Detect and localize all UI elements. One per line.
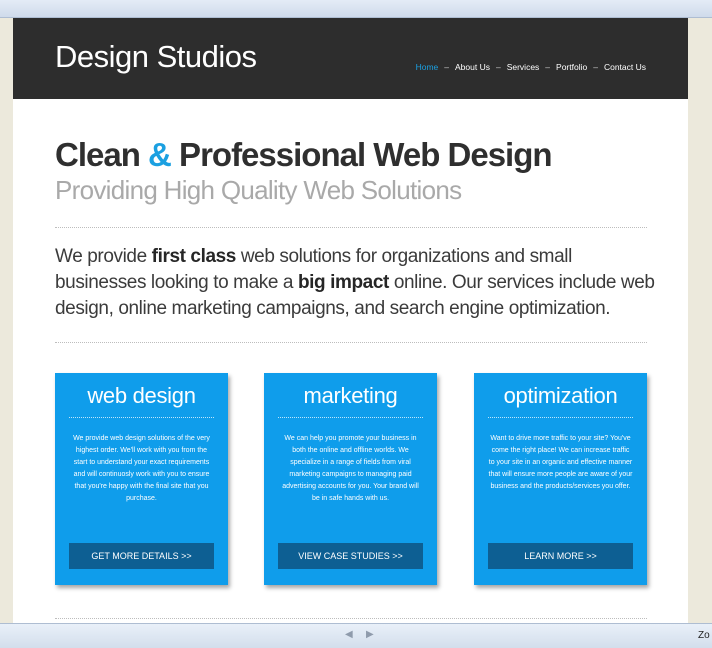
website-page: Design Studios Home – About Us – Service… [13,18,688,623]
nav-contact-us[interactable]: Contact Us [604,62,646,72]
divider-top [55,227,647,228]
card-title: marketing [303,383,398,408]
nav-home[interactable]: Home [416,62,439,72]
card-divider [278,417,423,418]
headline-ampersand: & [148,136,172,173]
learn-more-button[interactable]: LEARN MORE >> [488,543,633,569]
next-arrow-icon[interactable]: ▶ [366,629,374,640]
nav-separator: – [545,62,551,72]
card-title: optimization [503,383,618,408]
intro-text-1: We provide [55,246,152,267]
card-title: web design [87,383,196,408]
site-logo[interactable]: Design Studios [55,39,257,75]
viewer-bottom-bar: ◀ ▶ Zo [0,623,712,648]
nav-services[interactable]: Services [507,62,540,72]
card-divider [488,417,633,418]
site-header: Design Studios Home – About Us – Service… [13,18,688,99]
viewer-top-bar [0,0,712,18]
card-body: We can help you promote your business in… [282,435,419,502]
intro-bold-1: first class [151,246,237,267]
nav-separator: – [495,62,501,72]
main-nav: Home – About Us – Services – Portfolio –… [416,62,646,72]
card-body: We provide web design solutions of the v… [73,435,210,502]
nav-portfolio[interactable]: Portfolio [556,62,587,72]
nav-separator: – [444,62,449,72]
view-case-studies-button[interactable]: VIEW CASE STUDIES >> [278,543,423,569]
intro-paragraph: We provide first class web solutions for… [55,244,655,322]
divider-bottom [55,618,647,619]
hero-subheadline: Providing High Quality Web Solutions [55,175,462,205]
get-more-details-button[interactable]: GET MORE DETAILS >> [69,543,214,569]
nav-about-us[interactable]: About Us [455,62,490,72]
card-body: Want to drive more traffic to your site?… [488,435,633,490]
headline-part2: Professional Web Design [170,136,552,173]
card-divider [69,417,214,418]
card-web-design: web design We provide web design solutio… [55,373,228,585]
headline-part1: Clean [55,136,149,173]
divider-middle [55,342,647,343]
prev-arrow-icon[interactable]: ◀ [345,629,353,640]
zoom-label[interactable]: Zo [698,630,710,641]
hero-headline: Clean & Professional Web Design [55,136,553,174]
card-marketing: marketing We can help you promote your b… [264,373,437,585]
nav-separator: – [593,62,598,72]
card-optimization: optimization Want to drive more traffic … [474,373,647,585]
intro-bold-2: big impact [297,272,389,293]
